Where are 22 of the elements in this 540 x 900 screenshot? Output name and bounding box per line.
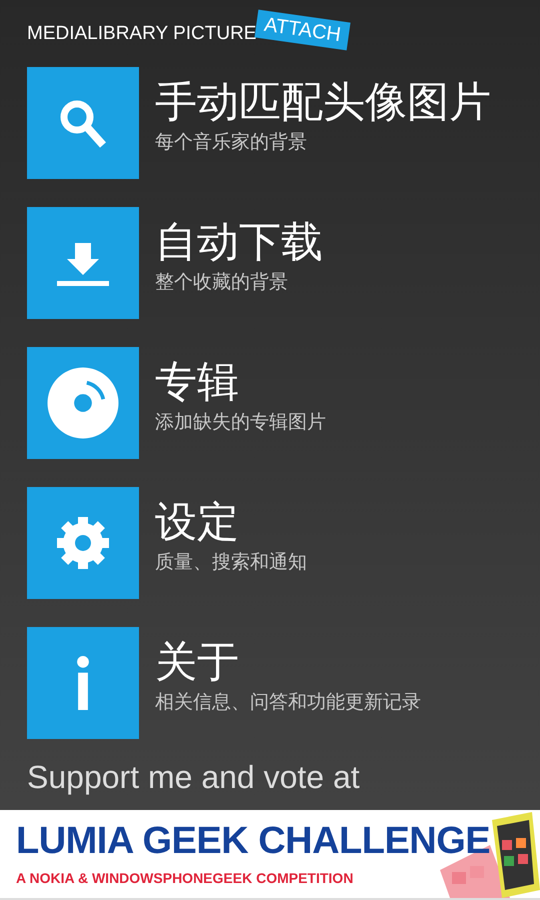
- support-text: Support me and vote at: [27, 758, 360, 797]
- menu-item[interactable]: 设定 质量、搜索和通知: [27, 487, 540, 599]
- banner-subtitle: A NOKIA & WINDOWSPHONEGEEK COMPETITION: [16, 870, 354, 886]
- menu-title: 自动下载: [155, 216, 323, 268]
- menu-subtitle: 添加缺失的专辑图片: [155, 410, 326, 435]
- menu-title: 专辑: [155, 356, 239, 408]
- banner-title: LUMIA GEEK CHALLENGE: [16, 820, 490, 862]
- menu-title: 设定: [155, 496, 239, 548]
- menu-subtitle: 相关信息、问答和功能更新记录: [155, 690, 421, 715]
- ad-banner[interactable]: LUMIA GEEK CHALLENGE A NOKIA & WINDOWSPHONEGEEK COMPETITION: [0, 810, 540, 900]
- menu-subtitle: 每个音乐家的背景: [155, 130, 307, 155]
- menu-item[interactable]: 专辑 添加缺失的专辑图片: [27, 347, 540, 459]
- menu-item[interactable]: 手动匹配头像图片 每个音乐家的背景: [27, 67, 540, 179]
- info-icon: [77, 656, 89, 710]
- menu-item[interactable]: 自动下载 整个收藏的背景: [27, 207, 540, 319]
- menu-subtitle: 整个收藏的背景: [155, 270, 288, 295]
- app-title: MEDIALIBRARY PICTURE: [27, 22, 256, 46]
- menu-title: 手动匹配头像图片: [155, 76, 491, 128]
- attach-label: ATTACH: [254, 10, 351, 50]
- menu-subtitle: 质量、搜索和通知: [155, 550, 307, 575]
- menu-title: 关于: [155, 636, 239, 688]
- menu-item[interactable]: 关于 相关信息、问答和功能更新记录: [27, 627, 540, 739]
